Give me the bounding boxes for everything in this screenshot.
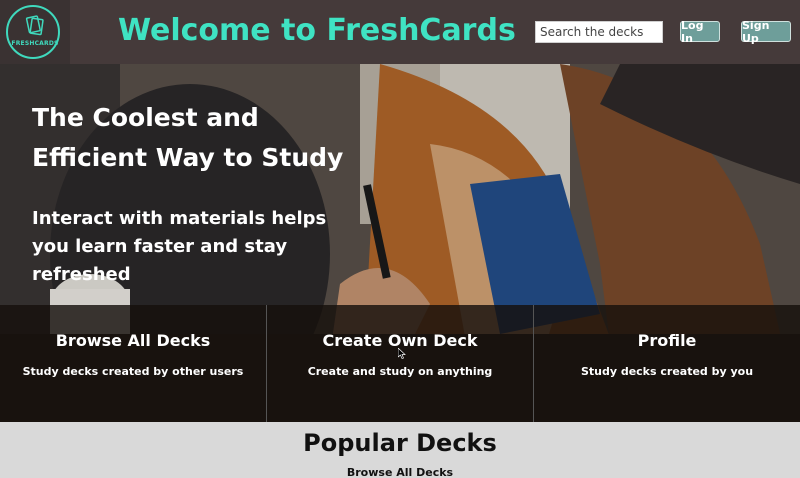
hero-subheadline: Interact with materials helps you learn …: [32, 205, 332, 289]
card-description: Create and study on anything: [307, 365, 493, 378]
login-button[interactable]: Log In: [680, 19, 720, 45]
hero-section: The Coolest and Efficient Way to Study I…: [0, 64, 800, 422]
card-description: Study decks created by other users: [22, 365, 244, 378]
freshcards-logo[interactable]: FRESHCARDS: [0, 0, 70, 64]
cards-icon: [25, 15, 44, 36]
site-title: Welcome to FreshCards: [118, 13, 516, 48]
top-navbar: FRESHCARDS Welcome to FreshCards Log In …: [0, 0, 800, 64]
hero-headline: The Coolest and Efficient Way to Study: [32, 98, 392, 178]
create-deck-card[interactable]: Create Own Deck Create and study on anyt…: [267, 305, 534, 422]
profile-card[interactable]: Profile Study decks created by you: [534, 305, 800, 422]
card-title: Profile: [637, 331, 697, 350]
popular-decks-title: Popular Decks: [303, 429, 497, 457]
card-title: Browse All Decks: [55, 331, 211, 350]
feature-cards: Browse All Decks Study decks created by …: [0, 305, 800, 422]
logo-circle: FRESHCARDS: [6, 5, 60, 59]
browse-decks-card[interactable]: Browse All Decks Study decks created by …: [0, 305, 267, 422]
signup-button[interactable]: Sign Up: [741, 19, 791, 45]
mouse-cursor-icon: [398, 348, 406, 359]
headline-line-1: The Coolest and: [32, 103, 259, 132]
subheadline-line-1: Interact with materials helps: [32, 208, 327, 229]
logo-text: FRESHCARDS: [11, 40, 59, 47]
subheadline-line-2: you learn faster and stay: [32, 236, 288, 257]
browse-all-decks-link[interactable]: Browse All Decks: [0, 466, 800, 478]
subheadline-line-3: refreshed: [32, 264, 131, 285]
search-input[interactable]: [535, 21, 663, 43]
headline-line-2: Efficient Way to Study: [32, 143, 344, 172]
popular-decks-section: Popular Decks Browse All Decks: [0, 422, 800, 478]
card-description: Study decks created by you: [580, 365, 754, 378]
